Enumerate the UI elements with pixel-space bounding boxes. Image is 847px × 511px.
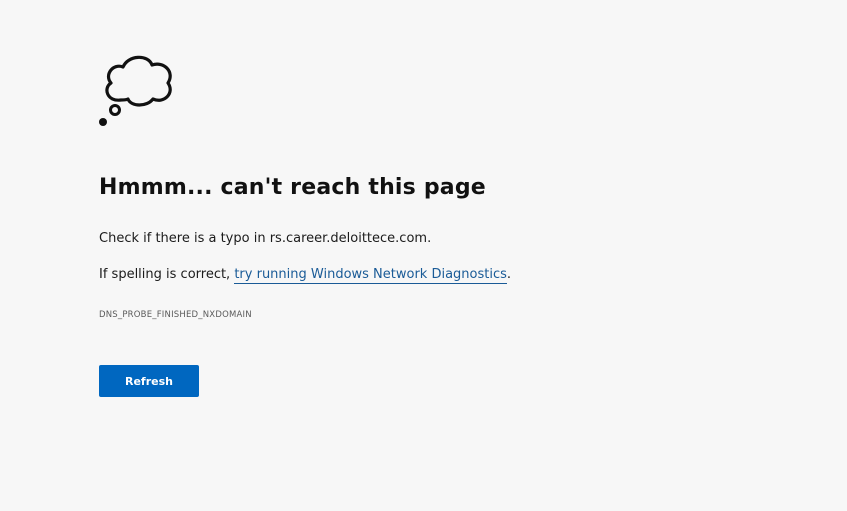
typo-hint: Check if there is a typo in rs.career.de… — [99, 231, 431, 246]
thought-cloud-icon — [99, 55, 172, 126]
error-code: DNS_PROBE_FINISHED_NXDOMAIN — [99, 310, 252, 320]
page-title: Hmmm... can't reach this page — [99, 175, 486, 200]
diagnostics-hint-prefix: If spelling is correct, — [99, 267, 235, 282]
domain-name: rs.career.deloittece.com — [269, 231, 428, 246]
diagnostics-hint: If spelling is correct, try running Wind… — [99, 267, 512, 284]
diagnostics-hint-suffix: . — [506, 267, 512, 282]
typo-hint-prefix: Check if there is a typo in — [99, 231, 270, 246]
typo-hint-suffix: . — [427, 231, 432, 246]
refresh-button[interactable]: Refresh — [99, 365, 199, 397]
error-page: Hmmm... can't reach this page Check if t… — [0, 0, 847, 511]
network-diagnostics-link[interactable]: try running Windows Network Diagnostics — [234, 267, 507, 284]
